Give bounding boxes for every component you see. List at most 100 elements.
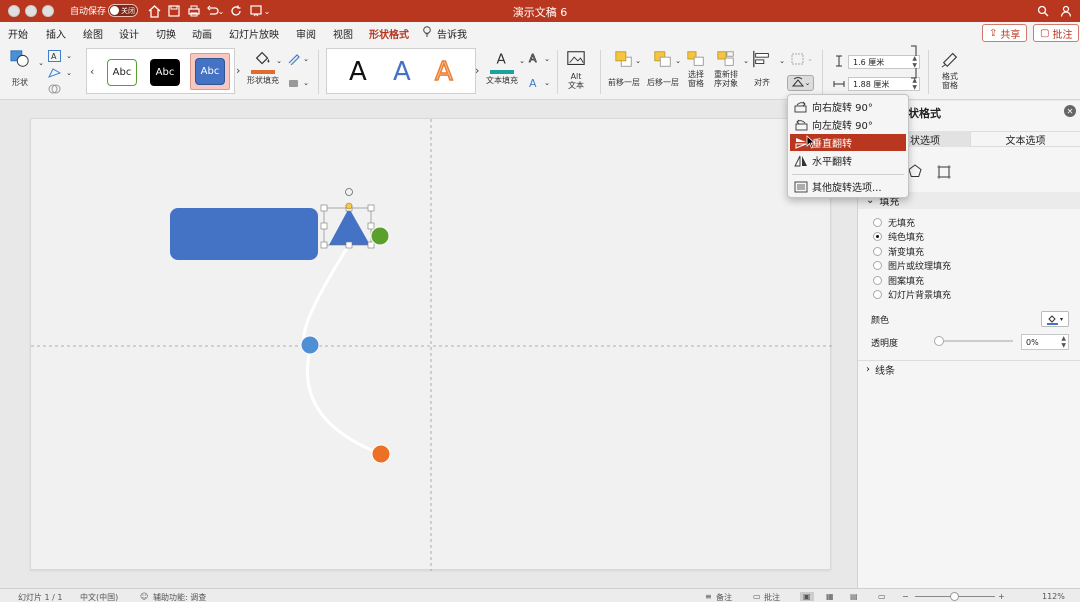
orange-dot-shape[interactable] (371, 444, 391, 464)
accessibility-status[interactable]: 辅助功能: 调查 (153, 592, 206, 602)
edit-shape-icon[interactable] (47, 66, 61, 79)
send-backward-dropdown-icon[interactable]: ⌄ (671, 54, 685, 67)
wordart-black-icon[interactable]: A (349, 57, 367, 87)
blue-rectangle-shape[interactable] (170, 208, 318, 260)
insert-shape-button[interactable]: 形状 (10, 49, 30, 87)
print-icon[interactable] (186, 3, 202, 19)
slide-sorter-icon[interactable]: ▦ (826, 592, 834, 601)
blue-triangle-shape[interactable] (329, 208, 370, 245)
green-dot-shape[interactable] (370, 226, 390, 246)
autosave-toggle[interactable]: 关闭 (108, 4, 138, 17)
adjust-handle[interactable] (345, 202, 353, 210)
menu-more-rotation-options[interactable]: 其他旋转选项... (790, 178, 906, 195)
fill-option-pattern[interactable]: 图案填充 (873, 274, 924, 287)
menu-flip-horizontal[interactable]: 水平翻转 (790, 152, 906, 169)
share-button[interactable]: ⇪ 共享 (982, 24, 1028, 42)
tab-design[interactable]: 设计 (119, 26, 139, 41)
rotate-button[interactable]: ⌄ (787, 75, 814, 91)
wordart-next-icon[interactable]: › (475, 64, 479, 77)
tab-draw[interactable]: 绘图 (83, 26, 103, 41)
group-icon[interactable] (790, 52, 804, 65)
wordart-blue-icon[interactable]: A (393, 57, 411, 87)
transparency-stepper-icon[interactable]: ▲ ▼ (1061, 335, 1066, 349)
zoom-window-button[interactable] (42, 5, 54, 17)
pentagon-icon[interactable] (908, 164, 922, 181)
reorder-objects-button[interactable]: 重新排 序对象 (714, 49, 738, 88)
fill-option-picture[interactable]: 图片或纹理填充 (873, 259, 951, 272)
text-box-dropdown-icon[interactable]: ⌄ (62, 49, 76, 62)
tab-transitions[interactable]: 切换 (156, 26, 176, 41)
tab-shape-format[interactable]: 形状格式 (369, 26, 409, 46)
normal-view-icon[interactable]: ▣ (800, 592, 814, 601)
zoom-level[interactable]: 112% (1042, 592, 1065, 601)
shape-effects-icon[interactable] (286, 76, 300, 89)
blue-dot-shape[interactable] (300, 335, 320, 355)
close-window-button[interactable] (8, 5, 20, 17)
home-icon[interactable] (146, 3, 162, 19)
notes-button[interactable]: 备注 (716, 592, 732, 602)
gallery-prev-icon[interactable]: ‹ (90, 65, 94, 78)
tab-insert[interactable]: 插入 (46, 26, 66, 41)
size-properties-icon[interactable] (936, 164, 952, 183)
text-effects-dropdown-icon[interactable]: ⌄ (540, 76, 554, 89)
edit-shape-dropdown-icon[interactable]: ⌄ (62, 66, 76, 79)
fill-color-picker[interactable]: ▾ (1041, 311, 1069, 327)
merge-shapes-icon[interactable] (47, 82, 61, 95)
tab-slideshow[interactable]: 幻灯片放映 (229, 26, 279, 41)
text-outline-icon[interactable]: A (526, 52, 540, 65)
tab-text-options[interactable]: 文本选项 (970, 131, 1080, 147)
shape-outline-dropdown-icon[interactable]: ⌄ (299, 52, 313, 65)
language-indicator[interactable]: 中文(中国) (80, 592, 118, 602)
shape-dropdown-icon[interactable]: ⌄ (34, 56, 48, 69)
comment-button[interactable]: ▢ 批注 (1033, 24, 1080, 42)
bring-forward-dropdown-icon[interactable]: ⌄ (631, 54, 645, 67)
save-icon[interactable] (166, 3, 182, 19)
menu-rotate-right-90[interactable]: 向右旋转 90° (790, 98, 906, 115)
align-button[interactable]: 对齐 (752, 49, 772, 87)
comments-button[interactable]: 批注 (764, 592, 780, 602)
shape-effects-dropdown-icon[interactable]: ⌄ (299, 76, 313, 89)
align-dropdown-icon[interactable]: ⌄ (775, 54, 789, 67)
tell-me-search[interactable]: 告诉我 (437, 26, 467, 41)
fill-option-slide-background[interactable]: 幻灯片背景填充 (873, 288, 951, 301)
shape-style-dark[interactable]: Abc (150, 59, 180, 86)
group-dropdown-icon[interactable]: ⌄ (803, 52, 817, 65)
alt-text-button[interactable]: Alt 文本 (566, 49, 586, 90)
slide-canvas[interactable] (30, 118, 832, 571)
line-section-header[interactable]: › 线条 (858, 360, 1080, 377)
tab-review[interactable]: 审阅 (296, 26, 316, 41)
menu-rotate-left-90[interactable]: 向左旋转 90° (790, 116, 906, 133)
text-effects-icon[interactable]: A (526, 76, 540, 89)
account-icon[interactable] (1058, 3, 1074, 19)
transparency-slider-thumb[interactable] (934, 336, 944, 346)
fill-option-none[interactable]: 无填充 (873, 216, 915, 229)
more-commands-icon[interactable]: ⌄ (262, 3, 272, 19)
close-pane-button[interactable]: ✕ (1064, 105, 1076, 117)
format-pane-button[interactable]: 格式 窗格 (940, 49, 960, 90)
text-fill-button[interactable]: A 文本填充 (486, 49, 518, 85)
tab-animations[interactable]: 动画 (192, 26, 212, 41)
transparency-input[interactable]: 0% ▲ ▼ (1021, 334, 1069, 350)
search-icon[interactable] (1035, 3, 1051, 19)
fill-option-gradient[interactable]: 渐变填充 (873, 245, 924, 258)
zoom-slider-thumb[interactable] (950, 592, 959, 601)
tab-home[interactable]: 开始 (8, 26, 28, 41)
slideshow-view-icon[interactable]: ▭ (878, 592, 886, 601)
shape-fill-dropdown-icon[interactable]: ⌄ (272, 54, 286, 67)
minimize-window-button[interactable] (25, 5, 37, 17)
shape-style-selected-frame[interactable]: Abc (190, 53, 230, 90)
text-box-icon[interactable]: A (47, 49, 61, 62)
zoom-in-icon[interactable]: + (998, 592, 1005, 601)
undo-dropdown-icon[interactable]: ⌄ (216, 3, 226, 19)
wordart-orange-icon[interactable]: A (434, 56, 453, 88)
text-outline-dropdown-icon[interactable]: ⌄ (540, 52, 554, 65)
shape-outline-icon[interactable] (286, 52, 300, 65)
redo-icon[interactable] (228, 3, 244, 19)
shape-style-outline[interactable]: Abc (107, 59, 137, 86)
zoom-out-icon[interactable]: − (902, 592, 909, 601)
fill-option-solid[interactable]: 纯色填充 (873, 230, 924, 243)
reorder-dropdown-icon[interactable]: ⌄ (739, 54, 753, 67)
selection-pane-button[interactable]: 选择 窗格 (686, 49, 706, 88)
transparency-slider-track[interactable] (938, 340, 1013, 342)
tab-view[interactable]: 视图 (333, 26, 353, 41)
